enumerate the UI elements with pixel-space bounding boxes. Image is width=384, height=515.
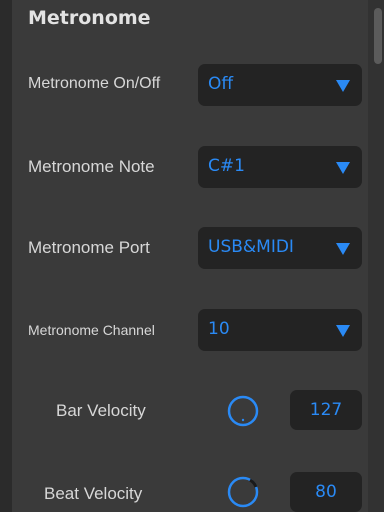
metronome-onoff-value: Off — [208, 74, 234, 94]
metronome-note-label: Metronome Note — [28, 157, 155, 176]
metronome-port-select[interactable]: USB&MIDI — [198, 227, 362, 269]
bar-velocity-label: Bar Velocity — [56, 401, 146, 420]
beat-velocity-knob[interactable] — [226, 475, 260, 509]
metronome-onoff-select[interactable]: Off — [198, 64, 362, 106]
dropdown-arrow-icon — [336, 243, 350, 255]
dropdown-arrow-icon — [336, 80, 350, 92]
knob-indicator — [241, 418, 245, 422]
metronome-channel-select[interactable]: 10 — [198, 309, 362, 351]
metronome-onoff-label: Metronome On/Off — [28, 75, 161, 92]
beat-velocity-label: Beat Velocity — [44, 484, 143, 503]
metronome-note-value: C#1 — [208, 156, 245, 176]
metronome-panel: Metronome Metronome On/Off Off Metronome… — [0, 0, 384, 515]
metronome-port-label: Metronome Port — [28, 238, 150, 257]
dropdown-arrow-icon — [336, 325, 350, 337]
panel-left-edge — [0, 0, 12, 515]
scrollbar[interactable] — [368, 0, 384, 515]
beat-velocity-value[interactable]: 80 — [290, 472, 362, 512]
metronome-channel-label: Metronome Channel — [28, 322, 155, 338]
bar-velocity-value[interactable]: 127 — [290, 390, 362, 430]
bar-velocity-knob[interactable] — [226, 394, 260, 428]
metronome-channel-value: 10 — [208, 319, 230, 339]
section-title: Metronome — [28, 7, 151, 29]
metronome-note-select[interactable]: C#1 — [198, 146, 362, 188]
dropdown-arrow-icon — [336, 162, 350, 174]
metronome-port-value: USB&MIDI — [208, 237, 294, 257]
knob-indicator — [249, 478, 258, 488]
scrollbar-thumb[interactable] — [374, 8, 382, 64]
